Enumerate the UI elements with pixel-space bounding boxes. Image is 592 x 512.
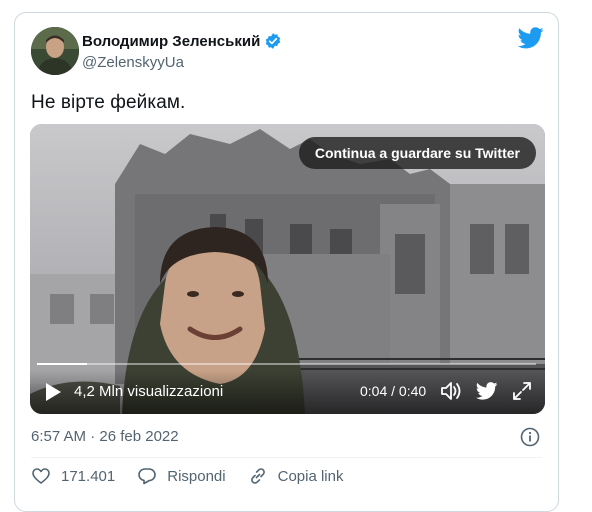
reply-button[interactable]: Rispondi <box>137 466 226 486</box>
play-icon[interactable] <box>44 382 62 402</box>
avatar[interactable] <box>31 27 79 75</box>
divider <box>31 457 542 458</box>
video-time: 0:04 / 0:40 <box>360 383 427 399</box>
video-progress-fill <box>37 363 87 365</box>
video-player[interactable]: Continua a guardare su Twitter 4,2 Mln v… <box>30 124 545 414</box>
video-progress-bar[interactable] <box>37 363 536 365</box>
author-handle[interactable]: @ZelenskyyUa <box>82 54 184 71</box>
link-icon <box>250 468 265 484</box>
author-name-row[interactable]: Володимир Зеленський <box>82 32 282 50</box>
like-button[interactable]: 171.401 <box>31 466 115 486</box>
twitter-bird-icon[interactable] <box>476 382 498 400</box>
reply-icon <box>138 468 157 485</box>
tweet-text: Не вірте фейкам. <box>31 92 186 113</box>
expand-icon[interactable] <box>511 380 533 402</box>
info-icon[interactable] <box>520 427 540 447</box>
tweet-actions: 171.401 Rispondi Copia link <box>31 466 365 486</box>
view-count: 4,2 Mln visualizzazioni <box>74 383 224 400</box>
heart-icon <box>32 468 50 484</box>
copy-link-button[interactable]: Copia link <box>248 466 344 486</box>
tweet-card: Володимир Зеленський @ZelenskyyUa Не вір… <box>14 12 559 512</box>
video-controls: 4,2 Mln visualizzazioni 0:04 / 0:40 <box>30 370 545 414</box>
twitter-bird-icon[interactable] <box>518 27 544 49</box>
display-name[interactable]: Володимир Зеленський <box>82 33 260 50</box>
like-count: 171.401 <box>61 467 116 485</box>
reply-label: Rispondi <box>167 467 226 485</box>
continue-on-twitter-button[interactable]: Continua a guardare su Twitter <box>298 137 536 169</box>
tweet-timestamp[interactable]: 6:57 AM · 26 feb 2022 <box>31 428 179 445</box>
volume-icon[interactable] <box>439 380 463 402</box>
copy-link-label: Copia link <box>277 467 344 485</box>
verified-badge-icon <box>266 33 281 49</box>
avatar-image <box>31 27 79 75</box>
